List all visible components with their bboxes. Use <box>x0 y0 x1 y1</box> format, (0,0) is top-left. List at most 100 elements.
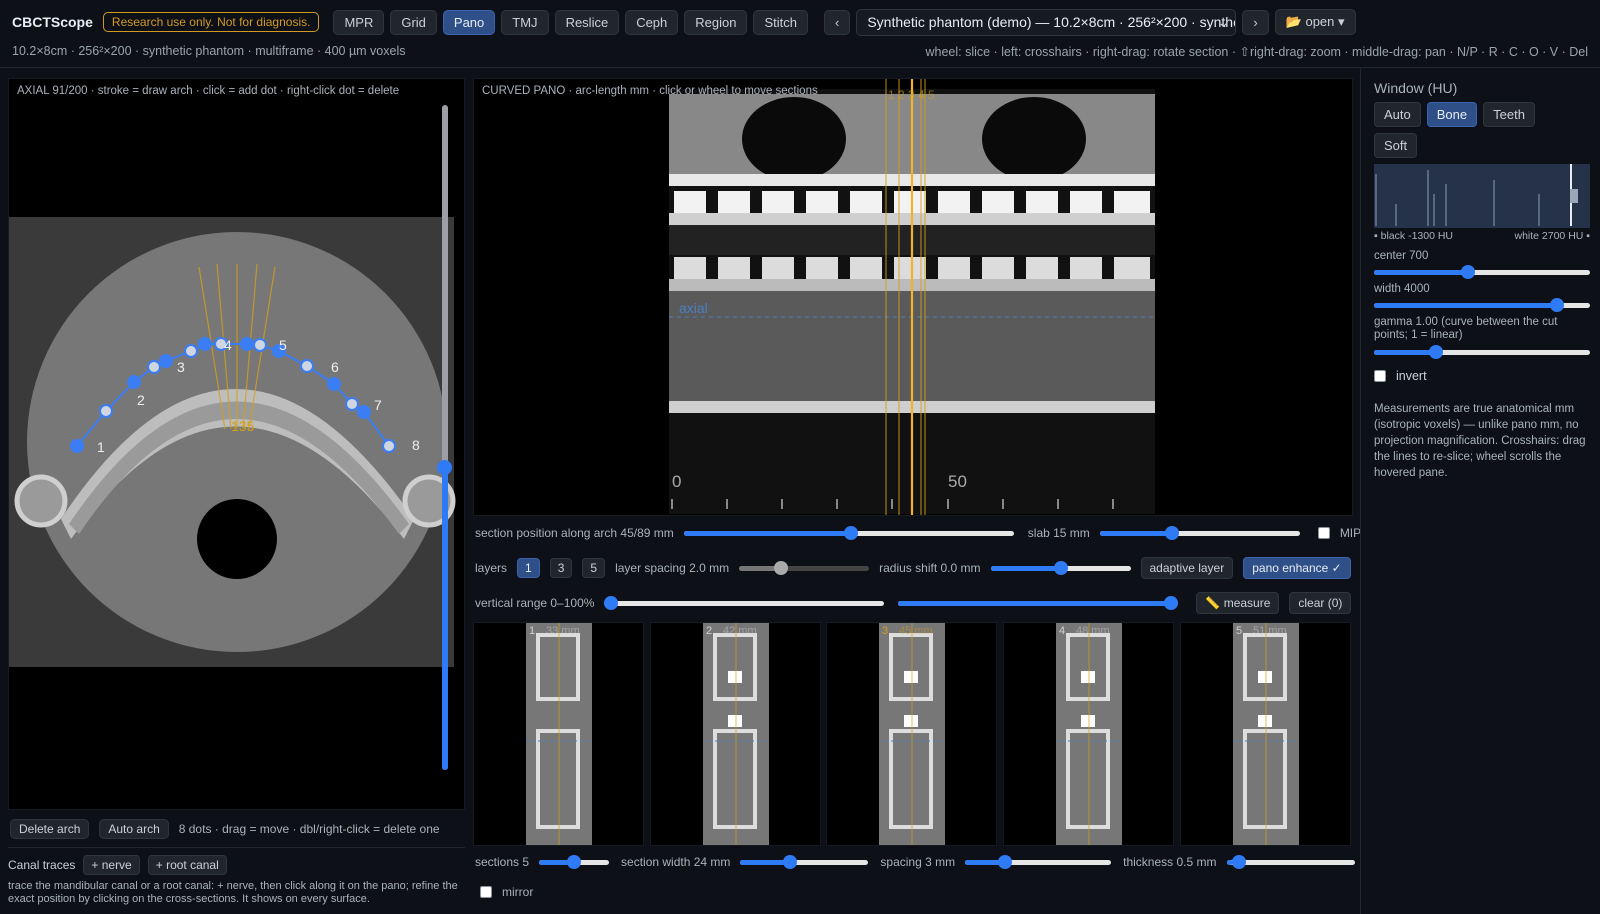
preset-auto-button[interactable]: Auto <box>1374 102 1421 127</box>
width-slider[interactable] <box>1374 298 1590 312</box>
arch-dot[interactable] <box>240 337 254 351</box>
add-root-canal-button[interactable]: + root canal <box>147 855 227 875</box>
arch-status: 8 dots · drag = move · dbl/right-click =… <box>178 822 440 836</box>
cross-section-pane[interactable]: 1 33 mm <box>473 622 644 846</box>
cross-section-pane[interactable]: 3 45 mm <box>826 622 997 846</box>
gamma-label: gamma 1.00 (curve between the cut points… <box>1374 316 1558 341</box>
pano-enhance-toggle[interactable]: pano enhance ✓ <box>1243 557 1351 579</box>
mode-pano-button[interactable]: Pano <box>442 9 496 35</box>
section-number: 1 <box>529 625 536 637</box>
arch-dot-label: 5 <box>279 337 287 353</box>
vertical-range-low-slider[interactable] <box>604 596 885 610</box>
center-slider[interactable] <box>1374 265 1590 279</box>
add-nerve-button[interactable]: + nerve <box>83 855 140 875</box>
cross-section-image <box>526 623 592 845</box>
arch-dot[interactable] <box>198 337 212 351</box>
mode-tmj-button[interactable]: TMJ <box>501 9 549 35</box>
arch-dot[interactable] <box>99 404 113 418</box>
preset-teeth-button[interactable]: Teeth <box>1483 102 1535 127</box>
mip-label: MIP <box>1339 526 1362 540</box>
radius-shift-label: radius shift 0.0 mm <box>879 561 981 575</box>
sections-count-slider[interactable] <box>539 855 610 869</box>
section-number: 2 <box>706 625 713 637</box>
slice-slider-fill <box>442 467 448 770</box>
section-position-slider[interactable] <box>683 526 1014 540</box>
section-mm: 51 mm <box>1253 625 1287 637</box>
hu-histogram[interactable] <box>1374 164 1590 228</box>
axial-pane[interactable]: AXIAL 91/200 · stroke = draw arch · clic… <box>8 78 465 810</box>
slab-slider[interactable] <box>1099 526 1300 540</box>
spacing-label: spacing 3 mm <box>880 855 956 869</box>
vertical-range-high-slider[interactable] <box>898 596 1179 610</box>
top-toolbar: CBCTScope Research use only. Not for dia… <box>0 0 1600 44</box>
delete-arch-button[interactable]: Delete arch <box>10 819 90 839</box>
section-width-label: section width 24 mm <box>621 855 731 869</box>
section-number: 4 <box>1059 625 1066 637</box>
arch-dot[interactable] <box>382 439 396 453</box>
open-menu-button[interactable]: 📂 open ▾ <box>1274 9 1356 35</box>
arch-dot-label: 2 <box>137 392 145 408</box>
clear-measurements-button[interactable]: clear (0) <box>1289 592 1352 614</box>
dataset-select-value: Synthetic phantom (demo) — 10.2×8cm · 25… <box>867 13 1237 30</box>
mip-checkbox[interactable] <box>1317 527 1330 539</box>
section-width-slider[interactable] <box>740 855 869 869</box>
mirror-checkbox[interactable] <box>480 886 492 898</box>
section-number: 5 <box>1236 625 1243 637</box>
axial-pane-label: AXIAL 91/200 · stroke = draw arch · clic… <box>17 85 400 97</box>
pano-scale-50: 50 <box>948 472 967 491</box>
cross-section-pane[interactable]: 2 42 mm <box>650 622 821 846</box>
mode-mpr-button[interactable]: MPR <box>333 9 385 35</box>
section-mm: 48 mm <box>1076 625 1110 637</box>
chevron-down-icon: ⌄ <box>1217 13 1230 30</box>
mirror-label: mirror <box>502 885 534 899</box>
measure-button[interactable]: 📏 measure <box>1196 592 1280 614</box>
pano-pane[interactable]: CURVED PANO · arc-length mm · click or w… <box>473 78 1353 516</box>
preset-soft-button[interactable]: Soft <box>1374 133 1418 158</box>
thickness-slider[interactable] <box>1226 855 1355 869</box>
section-mm: 33 mm <box>546 625 580 637</box>
mode-grid-button[interactable]: Grid <box>390 9 437 35</box>
gamma-slider[interactable] <box>1374 345 1590 359</box>
arch-dot[interactable] <box>159 354 173 368</box>
layers-5-button[interactable]: 5 <box>582 558 606 578</box>
spacing-slider[interactable] <box>965 855 1112 869</box>
mode-stitch-button[interactable]: Stitch <box>753 9 808 35</box>
next-dataset-button[interactable]: › <box>1242 9 1269 35</box>
info-bar: 10.2×8cm · 256²×200 · synthetic phantom … <box>0 44 1600 68</box>
auto-arch-button[interactable]: Auto arch <box>99 819 169 839</box>
invert-checkbox[interactable] <box>1374 370 1386 382</box>
arch-dot-label: 8 <box>412 437 420 453</box>
dataset-select[interactable]: Synthetic phantom (demo) — 10.2×8cm · 25… <box>856 8 1237 36</box>
arch-dot[interactable] <box>127 375 141 389</box>
arch-dot-label: 7 <box>374 397 382 413</box>
pano-image[interactable]: axial 1 2 3 4 5 0 50 <box>474 79 1352 515</box>
invert-label: invert <box>1396 369 1427 383</box>
arch-dot[interactable] <box>253 338 267 352</box>
mode-reslice-button[interactable]: Reslice <box>554 9 620 35</box>
mode-region-button[interactable]: Region <box>684 9 748 35</box>
arch-dot[interactable] <box>70 439 84 453</box>
volume-info: 10.2×8cm · 256²×200 · synthetic phantom … <box>12 44 406 58</box>
pano-section-marks: 1 2 3 4 5 <box>888 88 935 102</box>
preset-bone-button[interactable]: Bone <box>1426 102 1478 127</box>
canal-traces-label: Canal traces <box>8 858 76 872</box>
window-panel: Window (HU) Auto Bone Teeth Soft ▪ black… <box>1360 68 1600 914</box>
prev-dataset-button[interactable]: ‹ <box>823 9 851 35</box>
arch-dot[interactable] <box>300 359 314 373</box>
arch-dot[interactable] <box>184 344 198 358</box>
cross-section-image <box>1056 623 1122 845</box>
section-position-label: section position along arch 45/89 mm <box>475 526 674 540</box>
cross-section-pane[interactable]: 5 51 mm <box>1180 622 1351 846</box>
radius-shift-slider[interactable] <box>990 561 1131 575</box>
pano-scale-0: 0 <box>672 472 681 491</box>
research-warning-badge: Research use only. Not for diagnosis. <box>102 12 320 32</box>
adaptive-layer-button[interactable]: adaptive layer <box>1140 557 1234 579</box>
thickness-label: thickness 0.5 mm <box>1123 855 1217 869</box>
layers-1-button[interactable]: 1 <box>517 558 540 578</box>
layer-spacing-slider[interactable] <box>739 561 870 575</box>
mode-ceph-button[interactable]: Ceph <box>625 9 679 35</box>
cross-section-pane[interactable]: 4 48 mm <box>1003 622 1174 846</box>
arch-dot[interactable] <box>327 377 341 391</box>
layers-3-button[interactable]: 3 <box>549 558 573 578</box>
arch-dot[interactable] <box>357 405 371 419</box>
